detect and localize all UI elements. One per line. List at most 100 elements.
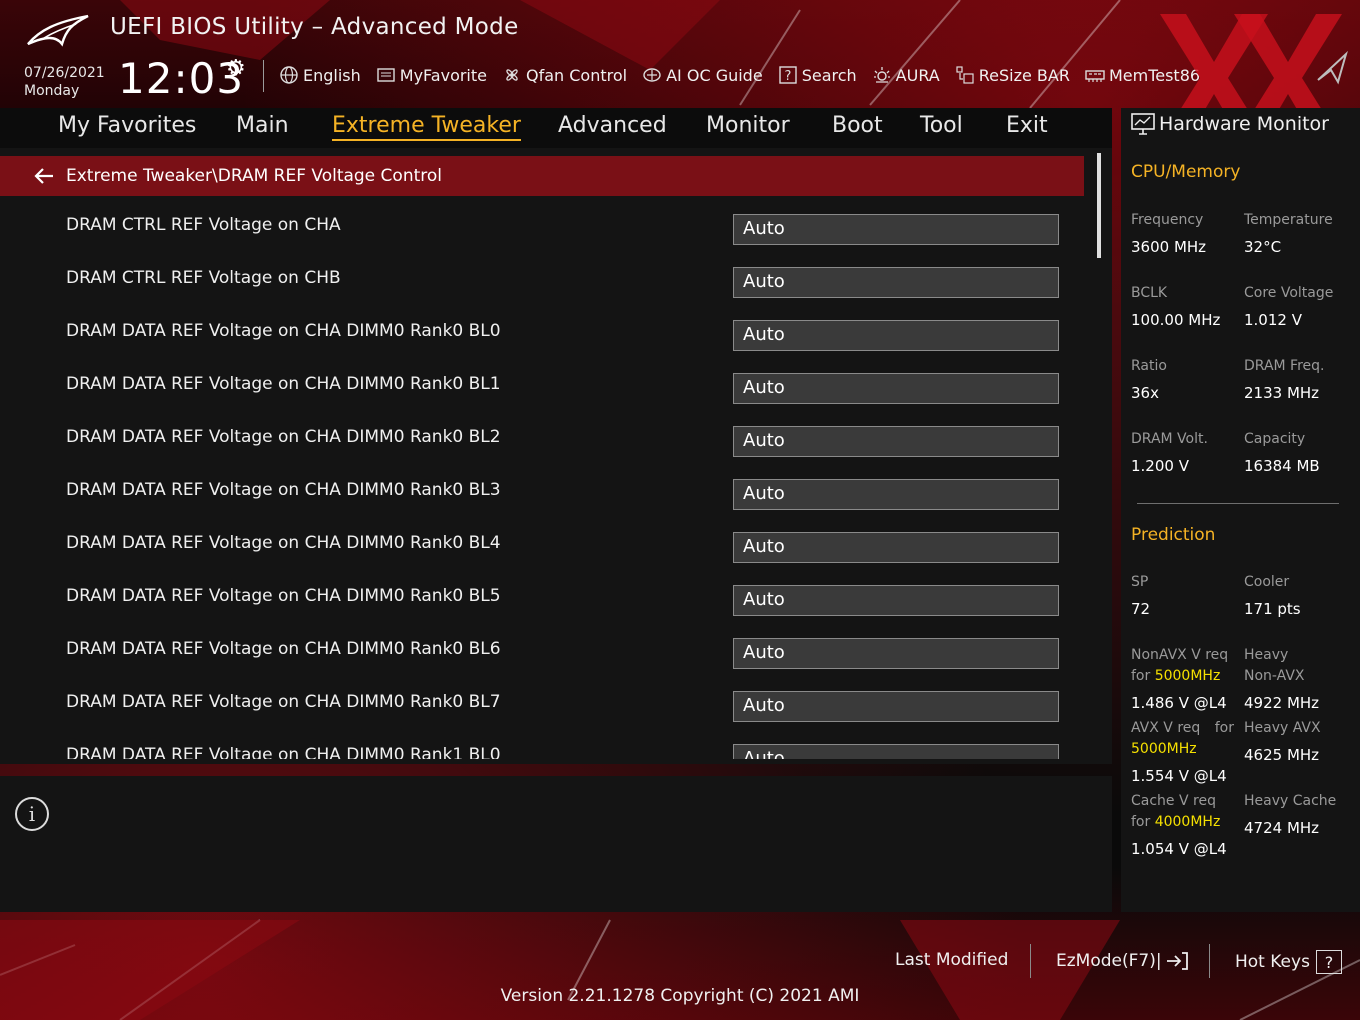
- setting-row: DRAM DATA REF Voltage on CHA DIMM0 Rank0…: [0, 572, 1090, 625]
- setting-row: DRAM CTRL REF Voltage on CHB Auto: [0, 254, 1090, 307]
- heavy-cache-label: Heavy Cache: [1244, 793, 1337, 809]
- scrollbar[interactable]: [1097, 153, 1101, 258]
- cpu-memory-heading: CPU/Memory: [1131, 162, 1241, 182]
- heavy-nonavx-label-2: Non-AVX: [1244, 668, 1305, 684]
- frequency-label: Frequency: [1131, 212, 1204, 228]
- setting-row: DRAM DATA REF Voltage on CHA DIMM0 Rank0…: [0, 625, 1090, 678]
- setting-row: DRAM DATA REF Voltage on CHA DIMM0 Rank0…: [0, 360, 1090, 413]
- dram-freq-label: DRAM Freq.: [1244, 358, 1325, 374]
- setting-value-field[interactable]: Auto: [733, 479, 1059, 510]
- heavy-avx-label: Heavy AVX: [1244, 720, 1321, 736]
- setting-value-field[interactable]: Auto: [733, 373, 1059, 404]
- memtest-icon: [1084, 64, 1106, 86]
- setting-label: DRAM CTRL REF Voltage on CHA: [66, 215, 341, 235]
- search-label: Search: [801, 65, 857, 85]
- core-voltage-value: 1.012 V: [1244, 311, 1302, 329]
- heavy-nonavx-value: 4922 MHz: [1244, 694, 1320, 712]
- help-icon: ?: [1315, 950, 1342, 974]
- setting-label: DRAM DATA REF Voltage on CHA DIMM0 Rank0…: [66, 533, 501, 553]
- myfavorite-label: MyFavorite: [399, 65, 487, 85]
- tab-boot[interactable]: Boot: [832, 113, 883, 138]
- help-panel: i: [0, 776, 1112, 912]
- myfavorite-button[interactable]: MyFavorite: [375, 64, 487, 86]
- setting-label: DRAM DATA REF Voltage on CHA DIMM0 Rank0…: [66, 639, 501, 659]
- ai-oc-guide-button[interactable]: AI OC Guide: [641, 64, 763, 86]
- qfan-control-button[interactable]: Qfan Control: [501, 64, 627, 86]
- nonavx-for-line: for 5000MHz: [1131, 668, 1220, 684]
- nonavx-label: NonAVX V req: [1131, 647, 1229, 663]
- sp-value: 72: [1131, 600, 1151, 618]
- settings-list: DRAM CTRL REF Voltage on CHA Auto DRAM C…: [0, 201, 1090, 759]
- last-modified-button[interactable]: Last Modified: [895, 950, 1008, 970]
- tab-tool[interactable]: Tool: [920, 113, 963, 138]
- tab-monitor[interactable]: Monitor: [706, 113, 790, 138]
- prediction-heading: Prediction: [1131, 525, 1216, 545]
- search-button[interactable]: ? Search: [777, 64, 857, 86]
- setting-value-field[interactable]: Auto: [733, 426, 1059, 457]
- qfan-control-label: Qfan Control: [526, 65, 628, 85]
- setting-row: DRAM DATA REF Voltage on CHA DIMM0 Rank1…: [0, 731, 1090, 759]
- resize-bar-button[interactable]: ReSize BAR: [954, 64, 1070, 86]
- header: UEFI BIOS Utility – Advanced Mode 07/26/…: [0, 0, 1360, 142]
- gear-icon[interactable]: ⚙: [226, 56, 246, 81]
- hot-keys-label: Hot Keys: [1235, 952, 1310, 972]
- ezmode-label: EzMode(F7)|: [1056, 951, 1162, 971]
- hardware-monitor-label: Hardware Monitor: [1159, 113, 1329, 135]
- setting-value-field[interactable]: Auto: [733, 691, 1059, 722]
- app-title: UEFI BIOS Utility – Advanced Mode: [110, 14, 519, 40]
- setting-row: DRAM DATA REF Voltage on CHA DIMM0 Rank0…: [0, 466, 1090, 519]
- setting-value-field[interactable]: Auto: [733, 532, 1059, 563]
- hot-keys-button[interactable]: Hot Keys ?: [1235, 950, 1342, 974]
- language-button[interactable]: English: [278, 64, 361, 86]
- hardware-monitor: Hardware Monitor CPU/Memory Frequency Te…: [1121, 108, 1360, 912]
- cache-value: 1.054 V @L4: [1131, 840, 1227, 858]
- ezmode-button[interactable]: EzMode(F7)|: [1056, 950, 1190, 972]
- nonavx-freq: 5000MHz: [1154, 668, 1221, 684]
- settings-panel: Extreme Tweaker\DRAM REF Voltage Control…: [0, 148, 1112, 764]
- setting-row: DRAM DATA REF Voltage on CHA DIMM0 Rank0…: [0, 413, 1090, 466]
- setting-row: DRAM DATA REF Voltage on CHA DIMM0 Rank0…: [0, 678, 1090, 731]
- setting-value-field[interactable]: Auto: [733, 585, 1059, 616]
- cache-for-line: for 4000MHz: [1131, 814, 1220, 830]
- cache-label: Cache V req: [1131, 793, 1216, 809]
- setting-value-field[interactable]: Auto: [733, 267, 1059, 298]
- setting-row: DRAM DATA REF Voltage on CHA DIMM0 Rank0…: [0, 519, 1090, 572]
- bclk-value: 100.00 MHz: [1131, 311, 1221, 329]
- setting-value-field[interactable]: Auto: [733, 214, 1059, 245]
- tab-my-favorites[interactable]: My Favorites: [58, 113, 196, 138]
- avx-label: AVX V req: [1131, 720, 1201, 736]
- temperature-label: Temperature: [1244, 212, 1333, 228]
- sp-label: SP: [1131, 574, 1149, 590]
- tab-extreme-tweaker[interactable]: Extreme Tweaker: [332, 113, 521, 141]
- ai-oc-guide-icon: [641, 64, 663, 86]
- ratio-label: Ratio: [1131, 358, 1167, 374]
- setting-value-field[interactable]: Auto: [733, 320, 1059, 351]
- breadcrumb-path: Extreme Tweaker\DRAM REF Voltage Control: [66, 166, 443, 186]
- bclk-label: BCLK: [1131, 285, 1168, 301]
- fan-icon: [501, 64, 523, 86]
- main-tabs: My Favorites Main Extreme Tweaker Advanc…: [0, 108, 1112, 148]
- setting-value-field[interactable]: Auto: [733, 744, 1059, 759]
- temperature-value: 32°C: [1244, 238, 1282, 256]
- date-text: 07/26/2021: [24, 65, 105, 81]
- nonavx-for: for: [1131, 668, 1151, 684]
- avx-label-line: AVX V req for: [1131, 720, 1234, 736]
- date-block: 07/26/2021 Monday: [24, 64, 105, 100]
- tab-advanced[interactable]: Advanced: [558, 113, 667, 138]
- capacity-value: 16384 MB: [1244, 457, 1320, 475]
- tab-main[interactable]: Main: [236, 113, 289, 138]
- resize-bar-icon: [954, 64, 976, 86]
- monitor-icon: [1131, 113, 1155, 135]
- aura-button[interactable]: AURA: [871, 64, 940, 86]
- search-icon: ?: [777, 64, 799, 86]
- hw-divider: [1137, 503, 1339, 504]
- tab-exit[interactable]: Exit: [1006, 113, 1048, 138]
- heavy-nonavx-label-1: Heavy: [1244, 647, 1289, 663]
- avx-freq: 5000MHz: [1131, 741, 1197, 757]
- ratio-value: 36x: [1131, 384, 1159, 402]
- cache-for: for: [1131, 814, 1151, 830]
- back-arrow-icon[interactable]: [30, 162, 58, 190]
- setting-value-field[interactable]: Auto: [733, 638, 1059, 669]
- nonavx-value: 1.486 V @L4: [1131, 694, 1227, 712]
- footer-divider: [1030, 944, 1031, 978]
